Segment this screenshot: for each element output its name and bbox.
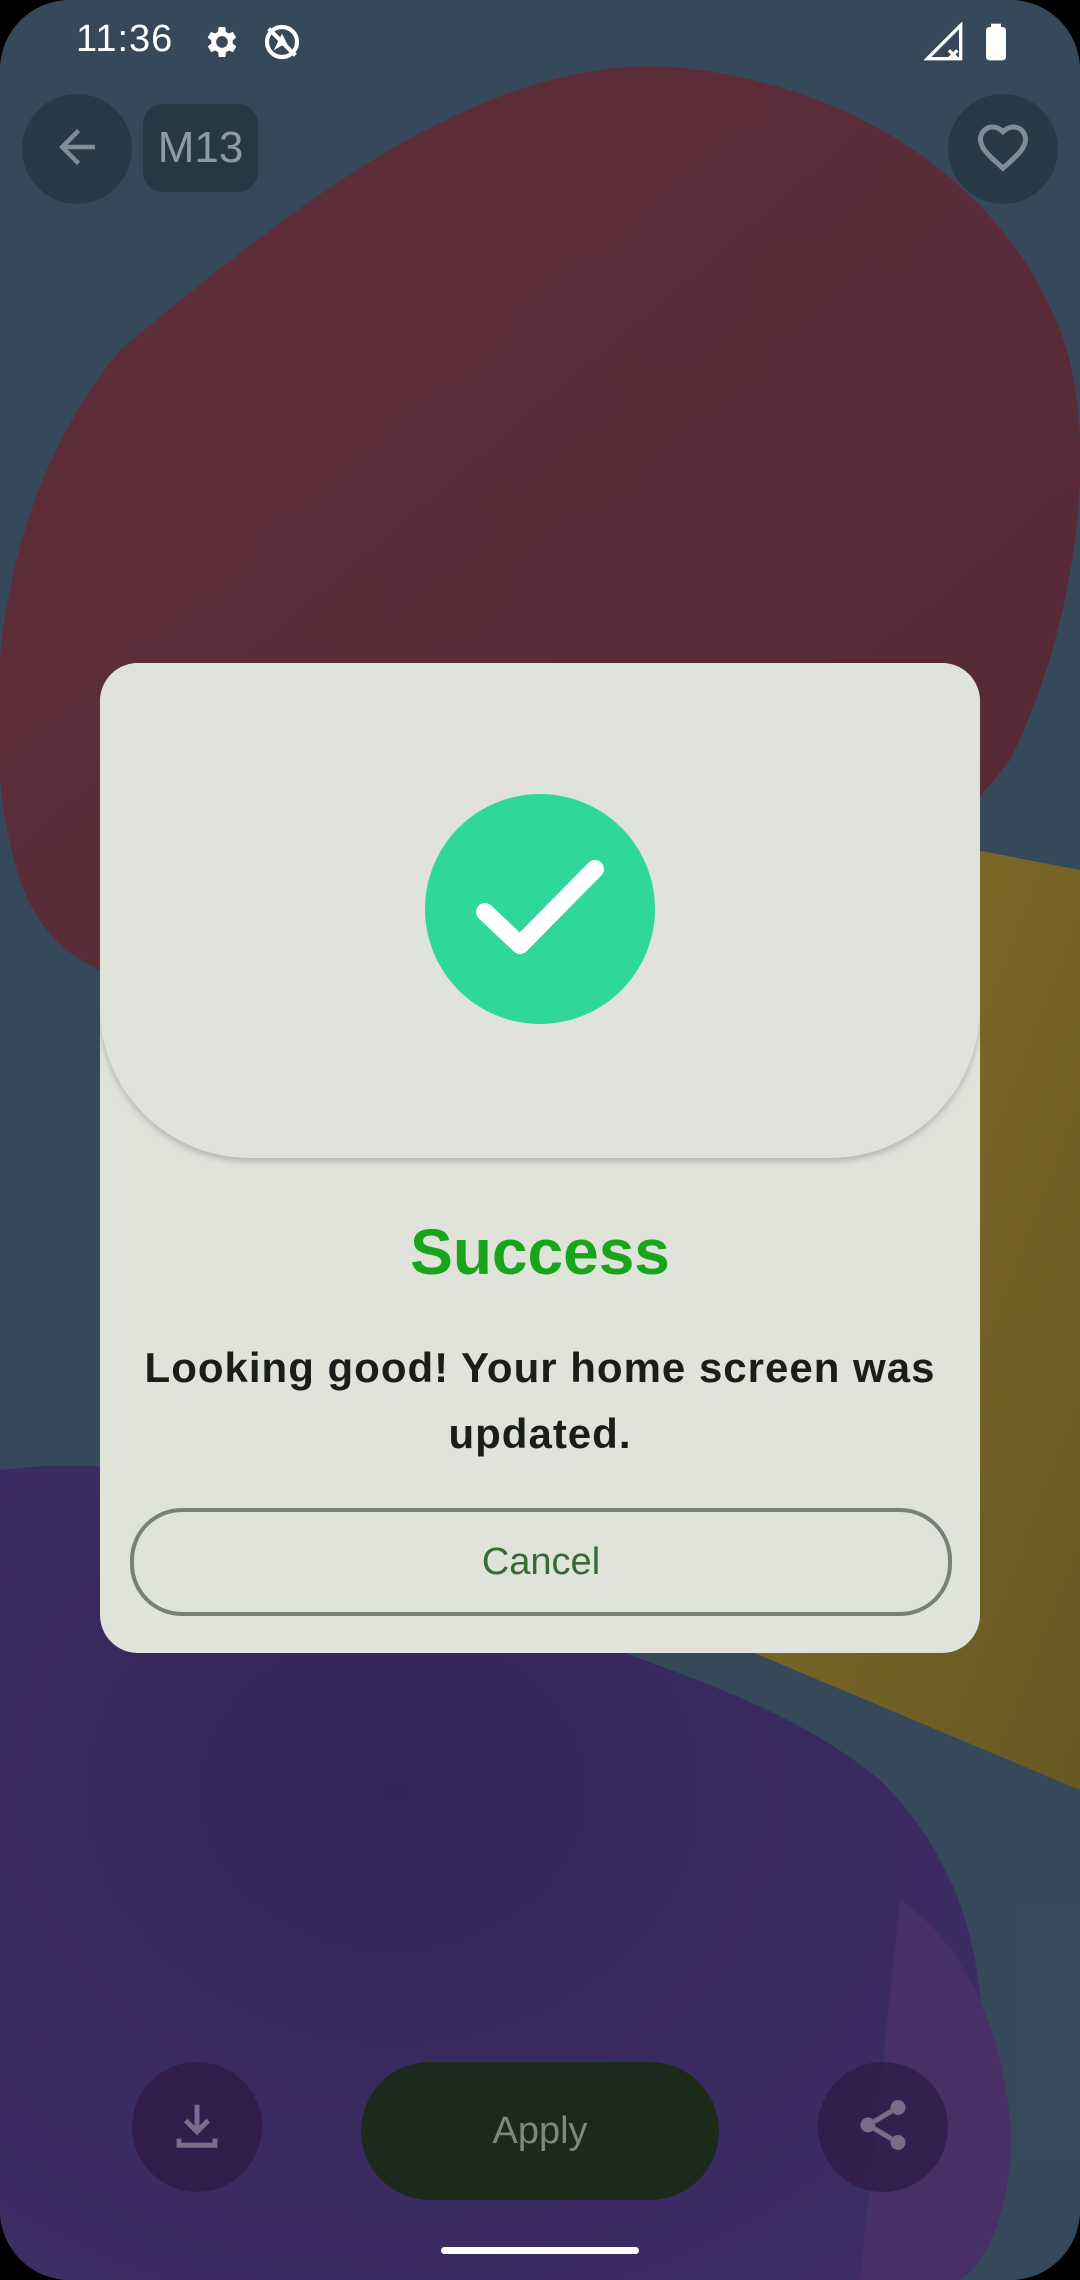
signal-icon <box>923 21 964 62</box>
success-badge <box>425 794 655 1024</box>
share-button[interactable] <box>818 2062 948 2192</box>
settings-icon <box>202 22 242 62</box>
cancel-button[interactable]: Cancel <box>130 1508 952 1616</box>
home-indicator[interactable] <box>441 2247 639 2254</box>
model-chip: M13 <box>143 104 258 192</box>
battery-icon <box>976 22 1016 62</box>
success-dialog: Success Looking good! Your home screen w… <box>100 663 980 1653</box>
phone-screen: 11:36 M13 Apply Success Looking good! Yo… <box>0 0 1080 2280</box>
favorite-button[interactable] <box>948 94 1058 204</box>
status-bar: 11:36 <box>0 0 1080 90</box>
dialog-title: Success <box>410 1216 670 1288</box>
download-icon <box>170 2098 224 2157</box>
back-button[interactable] <box>22 94 132 204</box>
arrow-back-icon <box>50 120 104 179</box>
heart-outline-icon <box>973 117 1033 182</box>
apply-button[interactable]: Apply <box>361 2062 719 2200</box>
download-button[interactable] <box>132 2062 262 2192</box>
checkmark-icon <box>475 857 605 962</box>
dialog-message: Looking good! Your home screen was updat… <box>144 1344 936 1457</box>
no-location-icon <box>262 22 302 62</box>
dialog-header <box>100 663 980 1158</box>
share-icon <box>853 2095 913 2160</box>
status-time: 11:36 <box>76 18 174 60</box>
